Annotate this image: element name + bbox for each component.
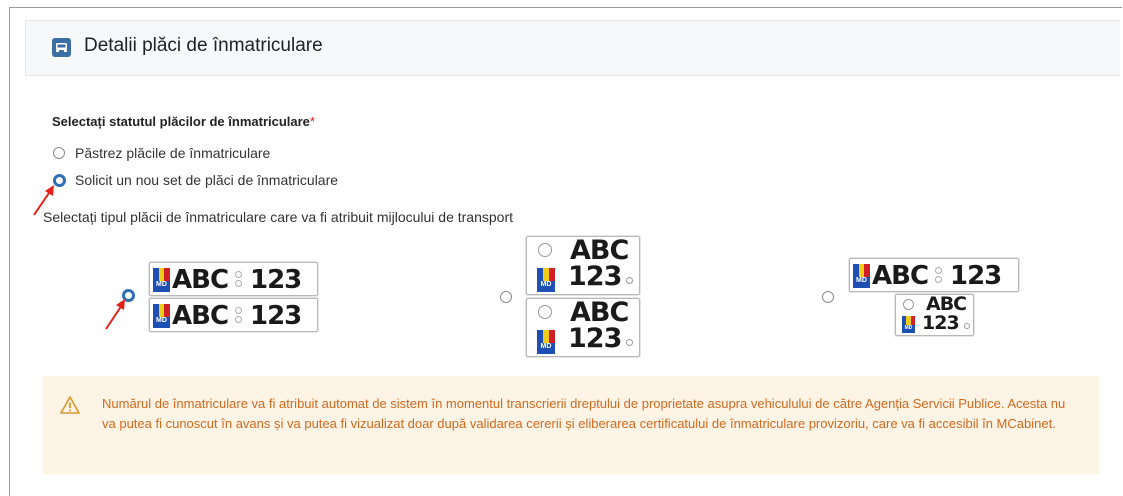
plate-letters: ABC — [872, 261, 929, 291]
warning-icon — [60, 396, 80, 414]
plate-hole — [538, 305, 552, 319]
plate-numbers: 123 — [950, 261, 1002, 291]
plate-holes — [235, 307, 242, 325]
plate-hole — [903, 299, 914, 310]
plate-letters: ABC — [172, 301, 229, 331]
radio-plate-type-3[interactable] — [822, 291, 834, 303]
plate-hole — [538, 243, 552, 257]
status-question-label: Selectați statutul plăcilor de înmatricu… — [52, 114, 315, 129]
plate-long-rear[interactable]: MD ABC 123 — [149, 298, 318, 332]
plate-holes — [235, 271, 242, 289]
plate-square-rear[interactable]: ABC MD 123 — [526, 297, 640, 357]
plate-long-front[interactable]: MD ABC 123 — [849, 258, 1019, 292]
flag-icon: MD — [537, 330, 555, 354]
flag-icon: MD — [902, 316, 915, 333]
radio-keep-plates[interactable] — [53, 147, 65, 159]
plate-letters: ABC — [172, 265, 229, 295]
status-question-text: Selectați statutul plăcilor de înmatricu… — [52, 114, 310, 129]
required-mark: * — [309, 114, 315, 129]
plate-type-label: Selectați tipul plăcii de înmatriculare … — [43, 209, 513, 225]
notice-text: Numărul de înmatriculare va fi atribuit … — [102, 396, 1066, 431]
plate-hole — [964, 323, 970, 329]
notice-box: Numărul de înmatriculare va fi atribuit … — [43, 376, 1099, 474]
plate-numbers: 123 — [568, 261, 622, 292]
section-header: Detalii plăci de înmatriculare — [25, 20, 1120, 76]
car-icon — [52, 38, 71, 57]
flag-icon: MD — [537, 268, 555, 292]
radio-plate-type-2[interactable] — [500, 291, 512, 303]
section-title: Detalii plăci de înmatriculare — [84, 35, 323, 56]
flag-icon: MD — [153, 304, 170, 328]
flag-icon: MD — [153, 268, 170, 292]
flag-icon: MD — [853, 264, 870, 288]
annotation-arrow-icon — [105, 299, 125, 330]
plate-numbers: 123 — [568, 323, 622, 354]
plate-numbers: 123 — [250, 301, 302, 331]
plate-square-front[interactable]: ABC MD 123 — [526, 235, 640, 295]
plate-numbers: 123 — [250, 265, 302, 295]
option-keep-plates-label[interactable]: Păstrez plăcile de înmatriculare — [75, 145, 270, 161]
plate-small-rear[interactable]: ABC MD 123 — [895, 293, 974, 336]
plate-holes — [935, 267, 942, 285]
option-new-plates-label[interactable]: Solicit un nou set de plăci de înmatricu… — [75, 172, 338, 188]
plate-hole — [626, 277, 633, 284]
plate-numbers: 123 — [922, 312, 960, 334]
plate-hole — [626, 339, 633, 346]
plate-long-front[interactable]: MD ABC 123 — [149, 262, 318, 296]
